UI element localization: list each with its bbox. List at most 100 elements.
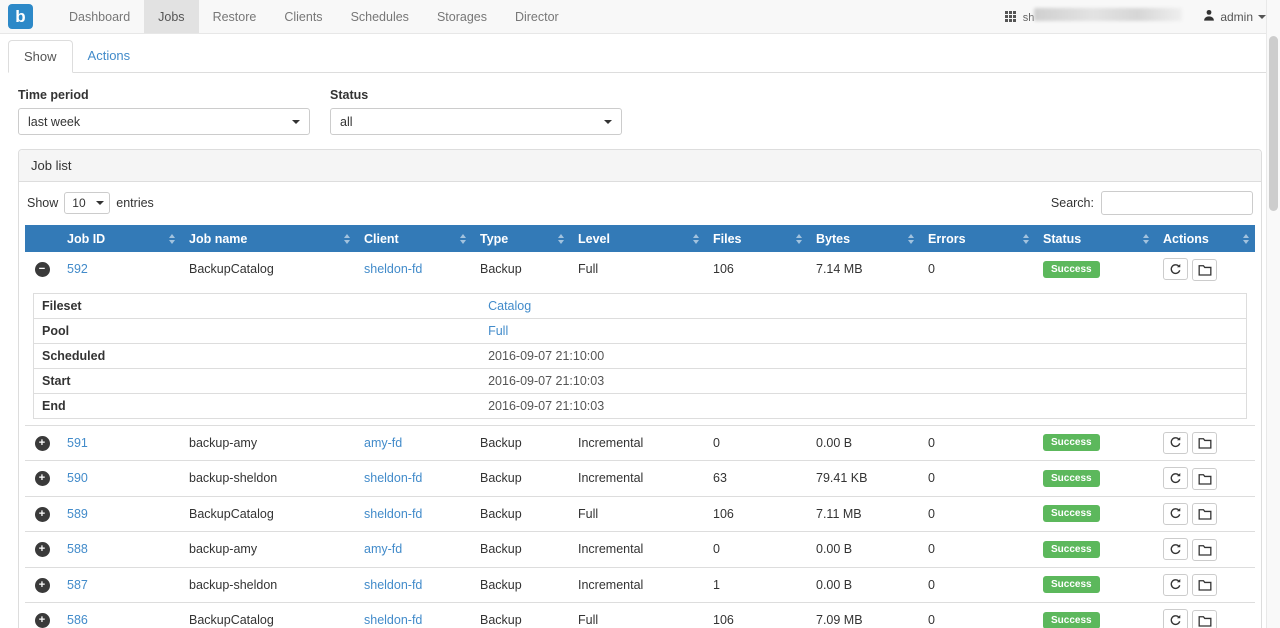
client-link[interactable]: amy-fd bbox=[364, 542, 402, 556]
sort-icon[interactable] bbox=[1243, 234, 1249, 244]
column-header-bytes[interactable]: Bytes bbox=[808, 225, 920, 252]
user-menu[interactable]: admin bbox=[1203, 9, 1266, 24]
baculum-logo[interactable]: b bbox=[8, 4, 33, 29]
job-files-button[interactable] bbox=[1192, 259, 1217, 281]
job-detail-box: FilesetCatalogPoolFullScheduled2016-09-0… bbox=[33, 293, 1247, 419]
navbar-right: sh admin bbox=[1005, 8, 1266, 26]
run-job-again-button[interactable] bbox=[1163, 258, 1188, 280]
folder-icon bbox=[1198, 437, 1212, 449]
column-header-files[interactable]: Files bbox=[705, 225, 808, 252]
sort-icon[interactable] bbox=[693, 234, 699, 244]
expand-row-icon[interactable]: + bbox=[35, 578, 50, 593]
entries-select[interactable]: 10 bbox=[64, 192, 110, 214]
scrollbar-thumb[interactable] bbox=[1269, 36, 1278, 211]
job-files: 1 bbox=[705, 567, 808, 603]
caret-down-icon bbox=[604, 120, 612, 124]
status-select[interactable]: all bbox=[330, 108, 622, 135]
nav-item-storages[interactable]: Storages bbox=[423, 0, 501, 33]
expand-row-icon[interactable]: + bbox=[35, 542, 50, 557]
job-id-link[interactable]: 592 bbox=[67, 262, 88, 276]
run-job-again-button[interactable] bbox=[1163, 503, 1188, 525]
sort-icon[interactable] bbox=[1143, 234, 1149, 244]
client-link[interactable]: sheldon-fd bbox=[364, 471, 422, 485]
nav-item-dashboard[interactable]: Dashboard bbox=[55, 0, 144, 33]
sort-icon[interactable] bbox=[1023, 234, 1029, 244]
run-job-again-button[interactable] bbox=[1163, 609, 1188, 628]
column-header-level[interactable]: Level bbox=[570, 225, 705, 252]
job-files-button[interactable] bbox=[1192, 468, 1217, 490]
job-files-button[interactable] bbox=[1192, 432, 1217, 454]
column-header-client[interactable]: Client bbox=[356, 225, 472, 252]
job-id-link[interactable]: 591 bbox=[67, 436, 88, 450]
sort-icon[interactable] bbox=[908, 234, 914, 244]
job-type: Backup bbox=[472, 425, 570, 461]
apps-grid-icon bbox=[1005, 11, 1016, 22]
job-errors: 0 bbox=[920, 567, 1035, 603]
job-files-button[interactable] bbox=[1192, 610, 1217, 628]
expand-row-icon[interactable]: + bbox=[35, 507, 50, 522]
nav-item-clients[interactable]: Clients bbox=[270, 0, 336, 33]
show-label: Show bbox=[27, 196, 58, 210]
detail-link[interactable]: Full bbox=[488, 324, 508, 338]
job-id-link[interactable]: 589 bbox=[67, 507, 88, 521]
status-badge: Success bbox=[1043, 576, 1100, 593]
client-link[interactable]: sheldon-fd bbox=[364, 613, 422, 627]
sort-icon[interactable] bbox=[558, 234, 564, 244]
job-id-link[interactable]: 587 bbox=[67, 578, 88, 592]
search-input[interactable] bbox=[1101, 191, 1253, 215]
column-header-status[interactable]: Status bbox=[1035, 225, 1155, 252]
column-header-job-name[interactable]: Job name bbox=[181, 225, 356, 252]
expand-row-icon[interactable]: + bbox=[35, 471, 50, 486]
status-badge: Success bbox=[1043, 434, 1100, 451]
client-link[interactable]: sheldon-fd bbox=[364, 507, 422, 521]
nav-item-jobs[interactable]: Jobs bbox=[144, 0, 198, 33]
nav-item-director[interactable]: Director bbox=[501, 0, 573, 33]
run-job-again-button[interactable] bbox=[1163, 574, 1188, 596]
job-id-link[interactable]: 590 bbox=[67, 471, 88, 485]
folder-icon bbox=[1198, 544, 1212, 556]
job-id-link[interactable]: 588 bbox=[67, 542, 88, 556]
nav-item-schedules[interactable]: Schedules bbox=[337, 0, 423, 33]
column-header-errors[interactable]: Errors bbox=[920, 225, 1035, 252]
run-job-again-button[interactable] bbox=[1163, 538, 1188, 560]
expand-row-icon[interactable]: + bbox=[35, 613, 50, 628]
client-link[interactable]: sheldon-fd bbox=[364, 578, 422, 592]
job-files-button[interactable] bbox=[1192, 574, 1217, 596]
status-label: Status bbox=[330, 88, 622, 102]
status-value: all bbox=[340, 115, 353, 129]
folder-icon bbox=[1198, 508, 1212, 520]
sort-icon[interactable] bbox=[460, 234, 466, 244]
detail-value: 2016-09-07 21:10:03 bbox=[488, 399, 604, 413]
nav-item-restore[interactable]: Restore bbox=[199, 0, 271, 33]
collapse-row-icon[interactable]: − bbox=[35, 262, 50, 277]
detail-row: Start2016-09-07 21:10:03 bbox=[33, 368, 1247, 394]
tab-actions[interactable]: Actions bbox=[73, 40, 146, 73]
client-link[interactable]: amy-fd bbox=[364, 436, 402, 450]
job-bytes: 79.41 KB bbox=[808, 461, 920, 497]
time-period-select[interactable]: last week bbox=[18, 108, 310, 135]
column-header-type[interactable]: Type bbox=[472, 225, 570, 252]
entries-control: Show 10 entries bbox=[27, 192, 154, 214]
job-files-button[interactable] bbox=[1192, 503, 1217, 525]
page-scrollbar[interactable] bbox=[1266, 0, 1280, 628]
run-job-again-button[interactable] bbox=[1163, 432, 1188, 454]
job-level: Incremental bbox=[570, 532, 705, 568]
sort-icon[interactable] bbox=[344, 234, 350, 244]
job-table-header-row: Job IDJob nameClientTypeLevelFilesBytesE… bbox=[25, 225, 1255, 252]
detail-link[interactable]: Catalog bbox=[488, 299, 531, 313]
sort-icon[interactable] bbox=[796, 234, 802, 244]
job-id-link[interactable]: 586 bbox=[67, 613, 88, 627]
tab-show[interactable]: Show bbox=[8, 40, 73, 73]
job-files-button[interactable] bbox=[1192, 539, 1217, 561]
sort-icon[interactable] bbox=[169, 234, 175, 244]
job-level: Full bbox=[570, 496, 705, 532]
expand-row-icon[interactable]: + bbox=[35, 436, 50, 451]
column-header-job-id[interactable]: Job ID bbox=[59, 225, 181, 252]
job-files: 106 bbox=[705, 603, 808, 628]
folder-icon bbox=[1198, 579, 1212, 591]
column-header-actions[interactable]: Actions bbox=[1155, 225, 1255, 252]
client-link[interactable]: sheldon-fd bbox=[364, 262, 422, 276]
folder-icon bbox=[1198, 264, 1212, 276]
run-job-again-button[interactable] bbox=[1163, 467, 1188, 489]
detail-row: Scheduled2016-09-07 21:10:00 bbox=[33, 343, 1247, 369]
